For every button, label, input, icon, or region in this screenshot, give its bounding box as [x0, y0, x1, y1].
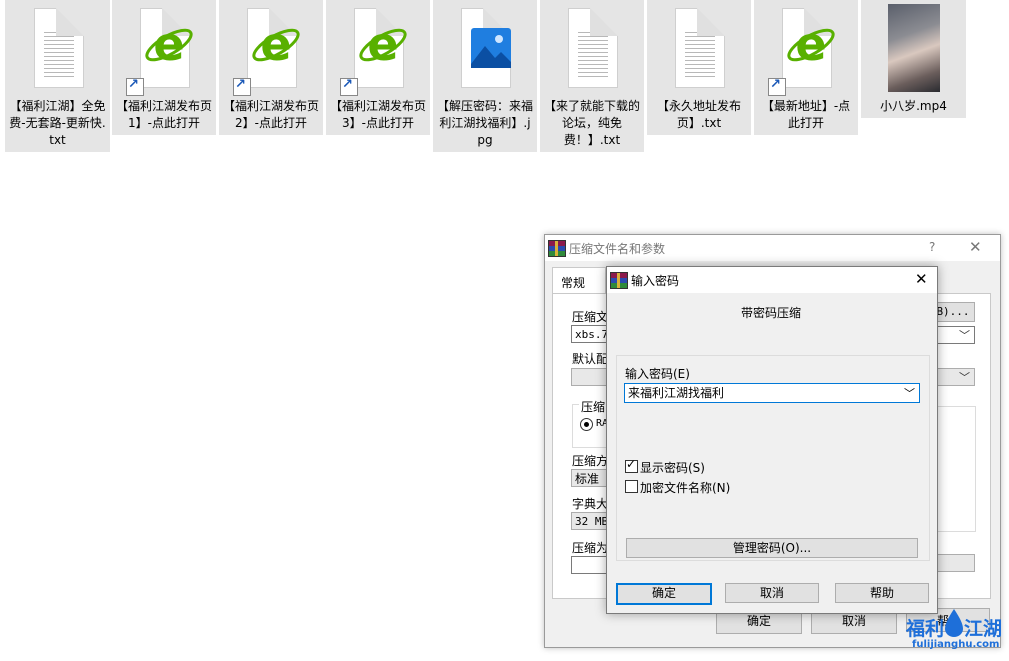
water-drop-icon	[945, 609, 963, 637]
password-cancel-button[interactable]: 取消	[725, 583, 819, 603]
shortcut-arrow-icon	[340, 77, 358, 96]
archive-name-label: 压缩文	[572, 310, 609, 324]
chevron-down-icon: ﹀	[959, 371, 970, 384]
show-password-label: 显示密码(S)	[640, 461, 705, 475]
chevron-down-icon[interactable]: ﹀	[904, 385, 915, 401]
winrar-icon	[548, 240, 566, 257]
text-file-icon	[560, 6, 624, 90]
file-tile-2[interactable]: e 【福利江湖发布页2】-点此打开	[219, 0, 323, 135]
help-icon[interactable]: ?	[929, 240, 935, 254]
password-label: 输入密码(E)	[625, 367, 690, 381]
ie-browser-icon: e	[233, 6, 303, 96]
tab-general[interactable]: 常规	[552, 267, 606, 295]
chevron-down-icon: ﹀	[959, 329, 970, 342]
password-dialog-title: 输入密码	[631, 274, 680, 288]
password-ok-button[interactable]: 确定	[616, 583, 712, 605]
file-tile-6[interactable]: 【永久地址发布页】.txt	[647, 0, 751, 135]
shortcut-arrow-icon	[768, 77, 786, 96]
encrypt-names-checkbox[interactable]	[625, 480, 638, 493]
watermark-logo: 福利 江湖 fulijianghu.com	[906, 608, 1006, 658]
default-profile-label: 默认配	[572, 352, 609, 366]
svg-text:e: e	[153, 18, 184, 71]
file-tile-4[interactable]: 【解压密码：来福利江湖找福利】.jpg	[433, 0, 537, 152]
file-tile-5[interactable]: 【来了就能下载的论坛，纯免费！】.txt	[540, 0, 644, 152]
manage-passwords-button[interactable]: 管理密码(O)...	[626, 538, 918, 558]
split-volume-label: 压缩为	[572, 541, 609, 555]
close-icon[interactable]: ✕	[915, 270, 928, 288]
show-password-checkbox[interactable]	[625, 457, 638, 473]
file-tile-0[interactable]: 【福利江湖】全免费-无套路-更新快.txt	[5, 0, 110, 152]
file-label: 【福利江湖发布页2】-点此打开	[223, 99, 320, 130]
watermark-brand-left: 福利	[906, 618, 945, 640]
text-file-icon	[667, 6, 731, 90]
file-label: 【最新地址】-点此打开	[761, 99, 851, 130]
text-file-icon	[26, 6, 90, 90]
file-label: 【福利江湖发布页1】-点此打开	[116, 99, 213, 130]
format-rar-radio[interactable]	[580, 418, 593, 431]
file-label: 【永久地址发布页】.txt	[656, 99, 741, 130]
password-help-button[interactable]: 帮助	[835, 583, 929, 603]
svg-text:e: e	[260, 18, 291, 71]
shortcut-arrow-icon	[233, 77, 251, 96]
file-tile-3[interactable]: e 【福利江湖发布页3】-点此打开	[326, 0, 430, 135]
password-input[interactable]: 来福利江湖找福利	[624, 383, 920, 403]
svg-text:e: e	[795, 18, 826, 71]
format-group-label: 压缩	[579, 398, 608, 415]
watermark-brand-right: 江湖	[964, 618, 1003, 640]
shortcut-arrow-icon	[126, 77, 144, 96]
method-label: 压缩方	[572, 454, 609, 468]
close-icon[interactable]: ✕	[969, 238, 982, 256]
ie-browser-icon: e	[126, 6, 196, 96]
file-tile-1[interactable]: e 【福利江湖发布页1】-点此打开	[112, 0, 216, 135]
ie-browser-icon: e	[340, 6, 410, 96]
encrypt-names-label: 加密文件名称(N)	[640, 481, 731, 495]
ie-browser-icon: e	[768, 6, 838, 96]
file-label: 【福利江湖】全免费-无套路-更新快.txt	[9, 99, 106, 147]
watermark-domain: fulijianghu.com	[912, 639, 1000, 650]
video-thumbnail	[887, 4, 940, 92]
file-label: 【福利江湖发布页3】-点此打开	[330, 99, 427, 130]
archive-dialog-titlebar[interactable]: 压缩文件名和参数 ? ✕	[545, 235, 1000, 261]
dictionary-label: 字典大	[572, 497, 609, 511]
svg-text:e: e	[367, 18, 398, 71]
password-dialog-heading: 带密码压缩	[741, 306, 802, 320]
password-dialog-titlebar[interactable]: 输入密码 ✕	[607, 267, 937, 293]
winrar-icon	[610, 272, 628, 289]
archive-dialog-title: 压缩文件名和参数	[569, 242, 666, 256]
file-label: 【来了就能下载的论坛，纯免费！】.txt	[544, 99, 641, 147]
password-dialog: 输入密码 ✕ 带密码压缩 输入密码(E) 来福利江湖找福利 ﹀ 显示密码(S) …	[606, 266, 938, 614]
file-label: 【解压密码：来福利江湖找福利】.jpg	[437, 99, 534, 147]
file-label: 小八岁.mp4	[880, 99, 947, 113]
file-tile-8[interactable]: 小八岁.mp4	[861, 0, 966, 118]
file-tile-7[interactable]: e 【最新地址】-点此打开	[754, 0, 858, 135]
image-file-icon	[453, 6, 517, 90]
